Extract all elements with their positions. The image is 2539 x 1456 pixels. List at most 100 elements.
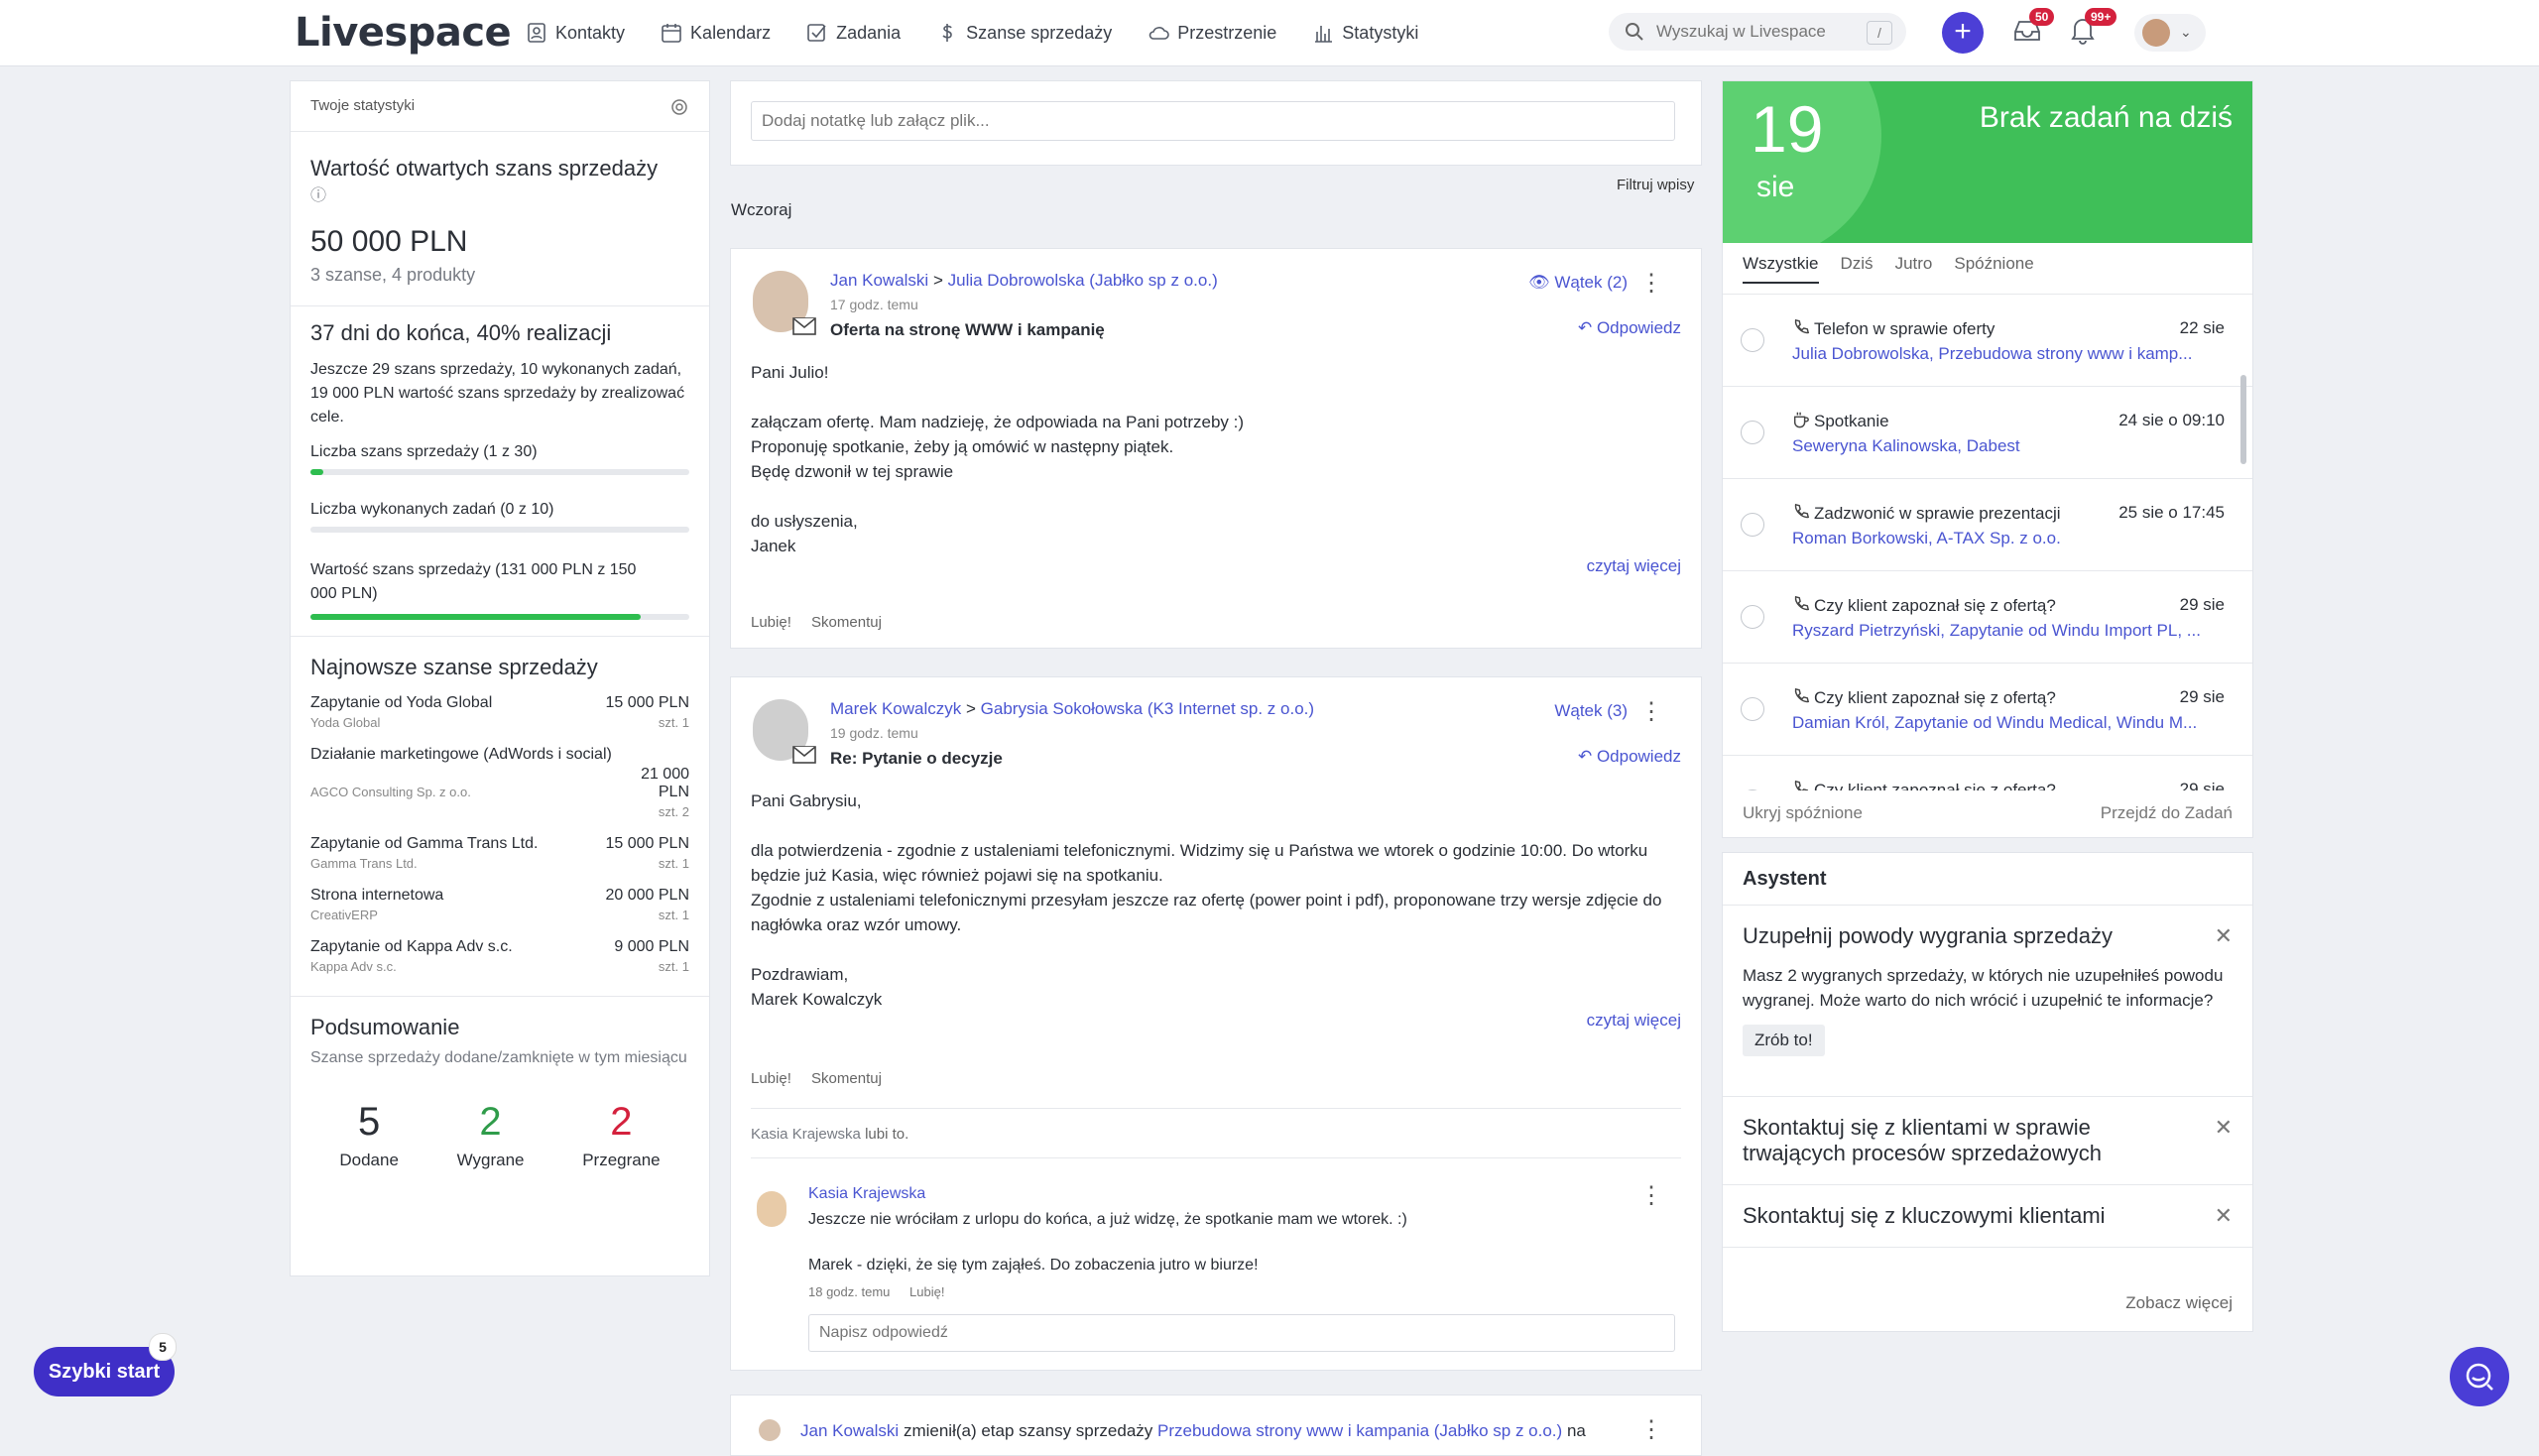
task-related[interactable]: Seweryna Kalinowska, Dabest <box>1792 436 2229 456</box>
likes-info: Kasia Krajewska lubi to. <box>751 1126 924 1143</box>
tab-tomorrow[interactable]: Jutro <box>1895 254 1933 284</box>
filter-link[interactable]: Filtruj wpisy <box>1617 177 1694 193</box>
user-menu[interactable]: ⌄ <box>2134 14 2206 52</box>
deal-value-block: 20 000 PLN szt. 1 <box>605 887 689 922</box>
deal-name[interactable]: Działanie marketingowe (AdWords i social… <box>310 746 617 764</box>
deal-name[interactable]: Zapytanie od Kappa Adv s.c. <box>310 938 513 956</box>
deal-item[interactable]: Zapytanie od Kappa Adv s.c. Kappa Adv s.c… <box>310 938 689 974</box>
task-item[interactable]: Spotkanie 24 sie o 09:10 Seweryna Kalinows… <box>1723 387 2252 479</box>
task-checkbox[interactable] <box>1741 513 1764 537</box>
deal-name[interactable]: Zapytanie od Yoda Global <box>310 694 492 712</box>
task-item[interactable]: Zadzwonić w sprawie prezentacji 25 sie o … <box>1723 479 2252 571</box>
task-title[interactable]: Spotkanie <box>1814 412 1889 430</box>
nav-calendar[interactable]: Kalendarz <box>661 22 771 44</box>
task-checkbox[interactable] <box>1741 328 1764 352</box>
like-button[interactable]: Lubię! <box>751 614 791 631</box>
task-title[interactable]: Zadzwonić w sprawie prezentacji <box>1814 504 2061 523</box>
tab-late[interactable]: Spóźnione <box>1954 254 2033 284</box>
logo[interactable]: Livespace <box>295 10 512 56</box>
tab-all[interactable]: Wszystkie <box>1743 254 1819 284</box>
close-icon[interactable]: ✕ <box>2215 923 2233 949</box>
task-list-scrollbar[interactable] <box>2240 375 2246 464</box>
comment-button[interactable]: Skomentuj <box>811 1070 882 1087</box>
deal-item[interactable]: Zapytanie od Yoda Global Yoda Global 15 00… <box>310 694 689 730</box>
more-icon[interactable]: ⋮ <box>1639 269 1663 298</box>
task-title[interactable]: Czy klient zapoznał się z ofertą? <box>1814 781 2056 790</box>
thread-link[interactable]: Wątek (3) <box>1554 701 1628 721</box>
task-item[interactable]: Czy klient zapoznał się z ofertą? 29 sie R… <box>1723 571 2252 664</box>
do-it-button[interactable]: Zrób to! <box>1743 1025 1825 1056</box>
like-button[interactable]: Lubię! <box>751 1070 791 1087</box>
assistant-item-title[interactable]: Skontaktuj się z klientami w sprawie trw… <box>1743 1115 2179 1166</box>
post-target[interactable]: Gabrysia Sokołowska (K3 Internet sp. z o… <box>981 699 1314 718</box>
task-item[interactable]: Czy klient zapoznał się z ofertą? 29 sie <box>1723 756 2252 790</box>
task-related[interactable]: Ryszard Pietrzyński, Zapytanie od Windu … <box>1792 621 2229 641</box>
more-icon[interactable]: ⋮ <box>1639 1181 1663 1210</box>
task-related[interactable]: Julia Dobrowolska, Przebudowa strony www… <box>1792 344 2229 364</box>
tab-today[interactable]: Dziś <box>1841 254 1874 284</box>
deal-name[interactable]: Zapytanie od Gamma Trans Ltd. <box>310 835 538 853</box>
comment-author[interactable]: Kasia Krajewska <box>808 1185 925 1203</box>
deal-item[interactable]: Działanie marketingowe (AdWords i social… <box>310 746 689 819</box>
assistant-item-title[interactable]: Skontaktuj się z kluczowymi klientami <box>1743 1203 2179 1229</box>
post-author[interactable]: Jan Kowalski <box>830 271 928 290</box>
likes-by[interactable]: Kasia Krajewska <box>751 1126 861 1143</box>
task-title-wrap: Telefon w sprawie oferty <box>1792 318 1995 339</box>
thread-link[interactable]: 👁︎ Wątek (2) <box>1528 273 1628 293</box>
post-line: do usłyszenia, <box>751 512 858 531</box>
search-input[interactable] <box>1654 21 1867 43</box>
task-title[interactable]: Telefon w sprawie oferty <box>1814 319 1995 338</box>
task-related[interactable]: Damian Król, Zapytanie od Windu Medical,… <box>1792 713 2229 733</box>
nav-stats[interactable]: Statystyki <box>1312 22 1418 44</box>
post-target[interactable]: Julia Dobrowolska (Jabłko sp z o.o.) <box>948 271 1218 290</box>
hide-late-link[interactable]: Ukryj spóźnione <box>1743 803 1863 823</box>
read-more-link[interactable]: czytaj więcej <box>1587 556 1681 576</box>
close-icon[interactable]: ✕ <box>2215 1115 2233 1141</box>
info-icon[interactable]: ⓘ <box>310 182 689 205</box>
read-more-link[interactable]: czytaj więcej <box>1587 1011 1681 1031</box>
reply-button[interactable]: ↶ Odpowiedz <box>1578 747 1681 767</box>
post-author[interactable]: Marek Kowalczyk <box>830 699 961 718</box>
envelope-icon <box>792 316 816 336</box>
nav-spaces-label: Przestrzenie <box>1177 22 1277 43</box>
deal-name[interactable]: Strona internetowa <box>310 887 443 905</box>
likes-text: lubi to. <box>865 1126 909 1143</box>
task-item[interactable]: Czy klient zapoznał się z ofertą? 29 sie D… <box>1723 664 2252 756</box>
post-target[interactable]: Przebudowa strony www i kampania (Jabłko… <box>1157 1421 1562 1440</box>
inbox-button[interactable]: 50 <box>2011 8 2055 51</box>
nav-tasks[interactable]: Zadania <box>806 22 901 44</box>
chat-button[interactable] <box>2450 1347 2509 1406</box>
nav-spaces[interactable]: Przestrzenie <box>1148 22 1276 44</box>
task-title[interactable]: Czy klient zapoznał się z ofertą? <box>1814 596 2056 615</box>
comment-button[interactable]: Skomentuj <box>811 614 882 631</box>
notifications-button[interactable]: 99+ <box>2067 8 2117 51</box>
comment-like[interactable]: Lubię! <box>909 1284 944 1299</box>
task-checkbox[interactable] <box>1741 789 1764 790</box>
deal-item[interactable]: Zapytanie od Gamma Trans Ltd. Gamma Trans… <box>310 835 689 871</box>
task-title[interactable]: Czy klient zapoznał się z ofertą? <box>1814 688 2056 707</box>
more-icon[interactable]: ⋮ <box>1639 1415 1663 1444</box>
reply-button[interactable]: ↶ Odpowiedz <box>1578 318 1681 338</box>
see-more-link[interactable]: Zobacz więcej <box>2125 1293 2233 1313</box>
task-related[interactable]: Roman Borkowski, A-TAX Sp. z o.o. <box>1792 529 2229 548</box>
gear-icon[interactable] <box>669 97 689 117</box>
task-checkbox[interactable] <box>1741 605 1764 629</box>
add-button[interactable]: + <box>1942 12 1984 54</box>
reply-input[interactable] <box>808 1314 1675 1352</box>
task-checkbox[interactable] <box>1741 421 1764 444</box>
post-author[interactable]: Jan Kowalski <box>800 1421 899 1440</box>
goto-tasks-link[interactable]: Przejdź do Zadań <box>2101 803 2233 823</box>
deal-item[interactable]: Strona internetowa CreativERP 20 000 PLN sz… <box>310 887 689 922</box>
quick-start-button[interactable]: Szybki start 5 <box>34 1333 177 1396</box>
post-line: Proponuję spotkanie, żeby ją omówić w na… <box>751 437 1174 456</box>
assistant-item-title[interactable]: Uzupełnij powody wygrania sprzedaży <box>1743 923 2179 949</box>
comment-meta: 18 godz. temu Lubię! <box>808 1284 944 1299</box>
note-input[interactable] <box>751 101 1675 141</box>
more-icon[interactable]: ⋮ <box>1639 697 1663 726</box>
task-item[interactable]: Telefon w sprawie oferty 22 sie Julia Dobr… <box>1723 295 2252 387</box>
nav-deals[interactable]: Szanse sprzedaży <box>936 22 1112 44</box>
search-box[interactable]: / <box>1609 13 1906 51</box>
nav-contacts[interactable]: Kontakty <box>526 22 625 44</box>
task-checkbox[interactable] <box>1741 697 1764 721</box>
close-icon[interactable]: ✕ <box>2215 1203 2233 1229</box>
